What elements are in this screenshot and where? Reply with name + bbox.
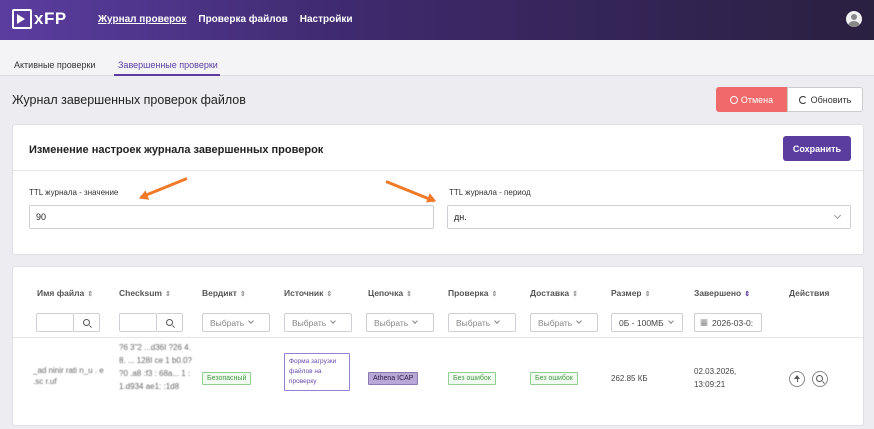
date-filter-input[interactable]: ▦ 2026-03-0: <box>694 313 762 332</box>
col-actions: Действия <box>789 288 830 298</box>
ttl-value-label: TTL журнала - значение <box>29 188 119 197</box>
settings-card: Изменение настроек журнала завершенных п… <box>12 124 864 255</box>
refresh-icon <box>798 95 807 104</box>
logo-text: xFP <box>34 9 67 28</box>
sort-icon: ⇕ <box>326 291 333 298</box>
download-button[interactable] <box>789 371 805 387</box>
col-delivery[interactable]: Доставка ⇕ <box>530 288 578 298</box>
view-details-button[interactable] <box>812 371 828 387</box>
chevron-down-icon <box>667 318 674 324</box>
page-title: Журнал завершенных проверок файлов <box>12 93 246 107</box>
sort-icon: ⇕ <box>239 291 246 298</box>
col-file-name[interactable]: Имя файла ⇕ <box>37 288 93 298</box>
col-checksum[interactable]: Checksum ⇕ <box>119 288 171 298</box>
chain-filter-select[interactable]: Выбрать <box>366 313 434 332</box>
ttl-period-value: дн. <box>454 212 467 222</box>
checksum-search-button[interactable] <box>157 313 183 332</box>
sort-icon: ⇕ <box>744 291 751 298</box>
col-size[interactable]: Размер ⇕ <box>611 288 650 298</box>
nav-settings[interactable]: Настройки <box>300 14 353 25</box>
chevron-down-icon <box>330 318 337 324</box>
ttl-period-select[interactable]: дн. <box>447 205 851 229</box>
nav-file-check[interactable]: Проверка файлов <box>198 14 287 25</box>
user-avatar-icon[interactable] <box>846 11 862 27</box>
header-divider <box>13 337 863 338</box>
save-button[interactable]: Сохранить <box>783 136 851 161</box>
settings-title: Изменение настроек журнала завершенных п… <box>29 144 324 156</box>
zoom-icon <box>816 375 823 382</box>
sort-icon: ⇕ <box>165 291 171 298</box>
refresh-button[interactable]: Обновить <box>787 87 863 112</box>
chevron-down-icon <box>494 318 501 324</box>
delivery-filter-select[interactable]: Выбрать <box>530 313 598 332</box>
col-chain[interactable]: Цепочка ⇕ <box>368 288 412 298</box>
tabs-bar: Активные проверки Завершенные проверки <box>0 40 874 76</box>
size-cell: 262.85 КБ <box>611 374 648 383</box>
divider <box>13 170 863 171</box>
top-bar: xFP Журнал проверок Проверка файлов Наст… <box>0 0 874 40</box>
sort-icon: ⇕ <box>406 291 412 298</box>
source-filter-select[interactable]: Выбрать <box>284 313 352 332</box>
chevron-down-icon <box>248 318 255 324</box>
chevron-down-icon <box>412 318 419 324</box>
checksum-cell: ?6 3"2 ...d36I ?26 4. 8. ... 128I ce 1 b… <box>119 343 192 391</box>
sort-icon: ⇕ <box>491 291 498 298</box>
app-logo[interactable]: xFP <box>12 9 67 29</box>
check-filter-select[interactable]: Выбрать <box>448 313 516 332</box>
size-filter-select[interactable]: 0Б - 100МБ <box>611 313 683 332</box>
col-check[interactable]: Проверка ⇕ <box>448 288 497 298</box>
cancel-label: Отмена <box>740 94 774 105</box>
sort-icon: ⇕ <box>572 291 578 298</box>
chevron-down-icon <box>833 211 842 220</box>
top-nav: Журнал проверок Проверка файлов Настройк… <box>98 14 353 25</box>
col-finished[interactable]: Завершено ⇕ <box>694 288 750 298</box>
chevron-down-icon <box>576 318 583 324</box>
search-icon <box>83 319 90 326</box>
source-badge: Форма загрузки файлов на проверку <box>284 353 350 391</box>
active-tab-indicator <box>114 74 220 76</box>
finished-cell: 02.03.2026, 13:09:21 <box>694 367 737 389</box>
chain-badge: Athena ICAP <box>368 372 419 385</box>
ttl-value-input[interactable]: 90 <box>29 205 434 229</box>
calendar-icon: ▦ <box>700 317 709 327</box>
file-name-search-button[interactable] <box>74 313 100 332</box>
tab-completed-checks[interactable]: Завершенные проверки <box>118 60 218 70</box>
upload-icon <box>794 375 800 382</box>
checksum-filter-input[interactable] <box>119 313 157 332</box>
col-verdict[interactable]: Вердикт ⇕ <box>202 288 246 298</box>
nav-check-log[interactable]: Журнал проверок <box>98 14 186 25</box>
cancel-icon <box>729 95 738 104</box>
verdict-filter-select[interactable]: Выбрать <box>202 313 270 332</box>
sort-icon: ⇕ <box>87 291 94 298</box>
file-name-cell: _ad ninir rati n_u . e .sc r.uf <box>33 366 104 386</box>
file-name-filter-input[interactable] <box>36 313 74 332</box>
cancel-button[interactable]: Отмена <box>716 87 787 112</box>
search-icon <box>166 319 173 326</box>
delivery-badge: Без ошибок <box>530 372 578 385</box>
checks-table: Имя файла ⇕ Checksum ⇕ Вердикт ⇕ Источник ⇕ … <box>12 266 864 426</box>
ttl-period-label: TTL журнала - период <box>449 188 531 197</box>
logo-icon <box>12 9 32 29</box>
col-source[interactable]: Источник ⇕ <box>284 288 332 298</box>
tab-active-checks[interactable]: Активные проверки <box>14 60 95 70</box>
sort-icon: ⇕ <box>644 291 651 298</box>
refresh-label: Обновить <box>810 94 852 105</box>
verdict-badge: Безопасный <box>202 372 252 385</box>
check-badge: Без ошибок <box>448 372 496 385</box>
